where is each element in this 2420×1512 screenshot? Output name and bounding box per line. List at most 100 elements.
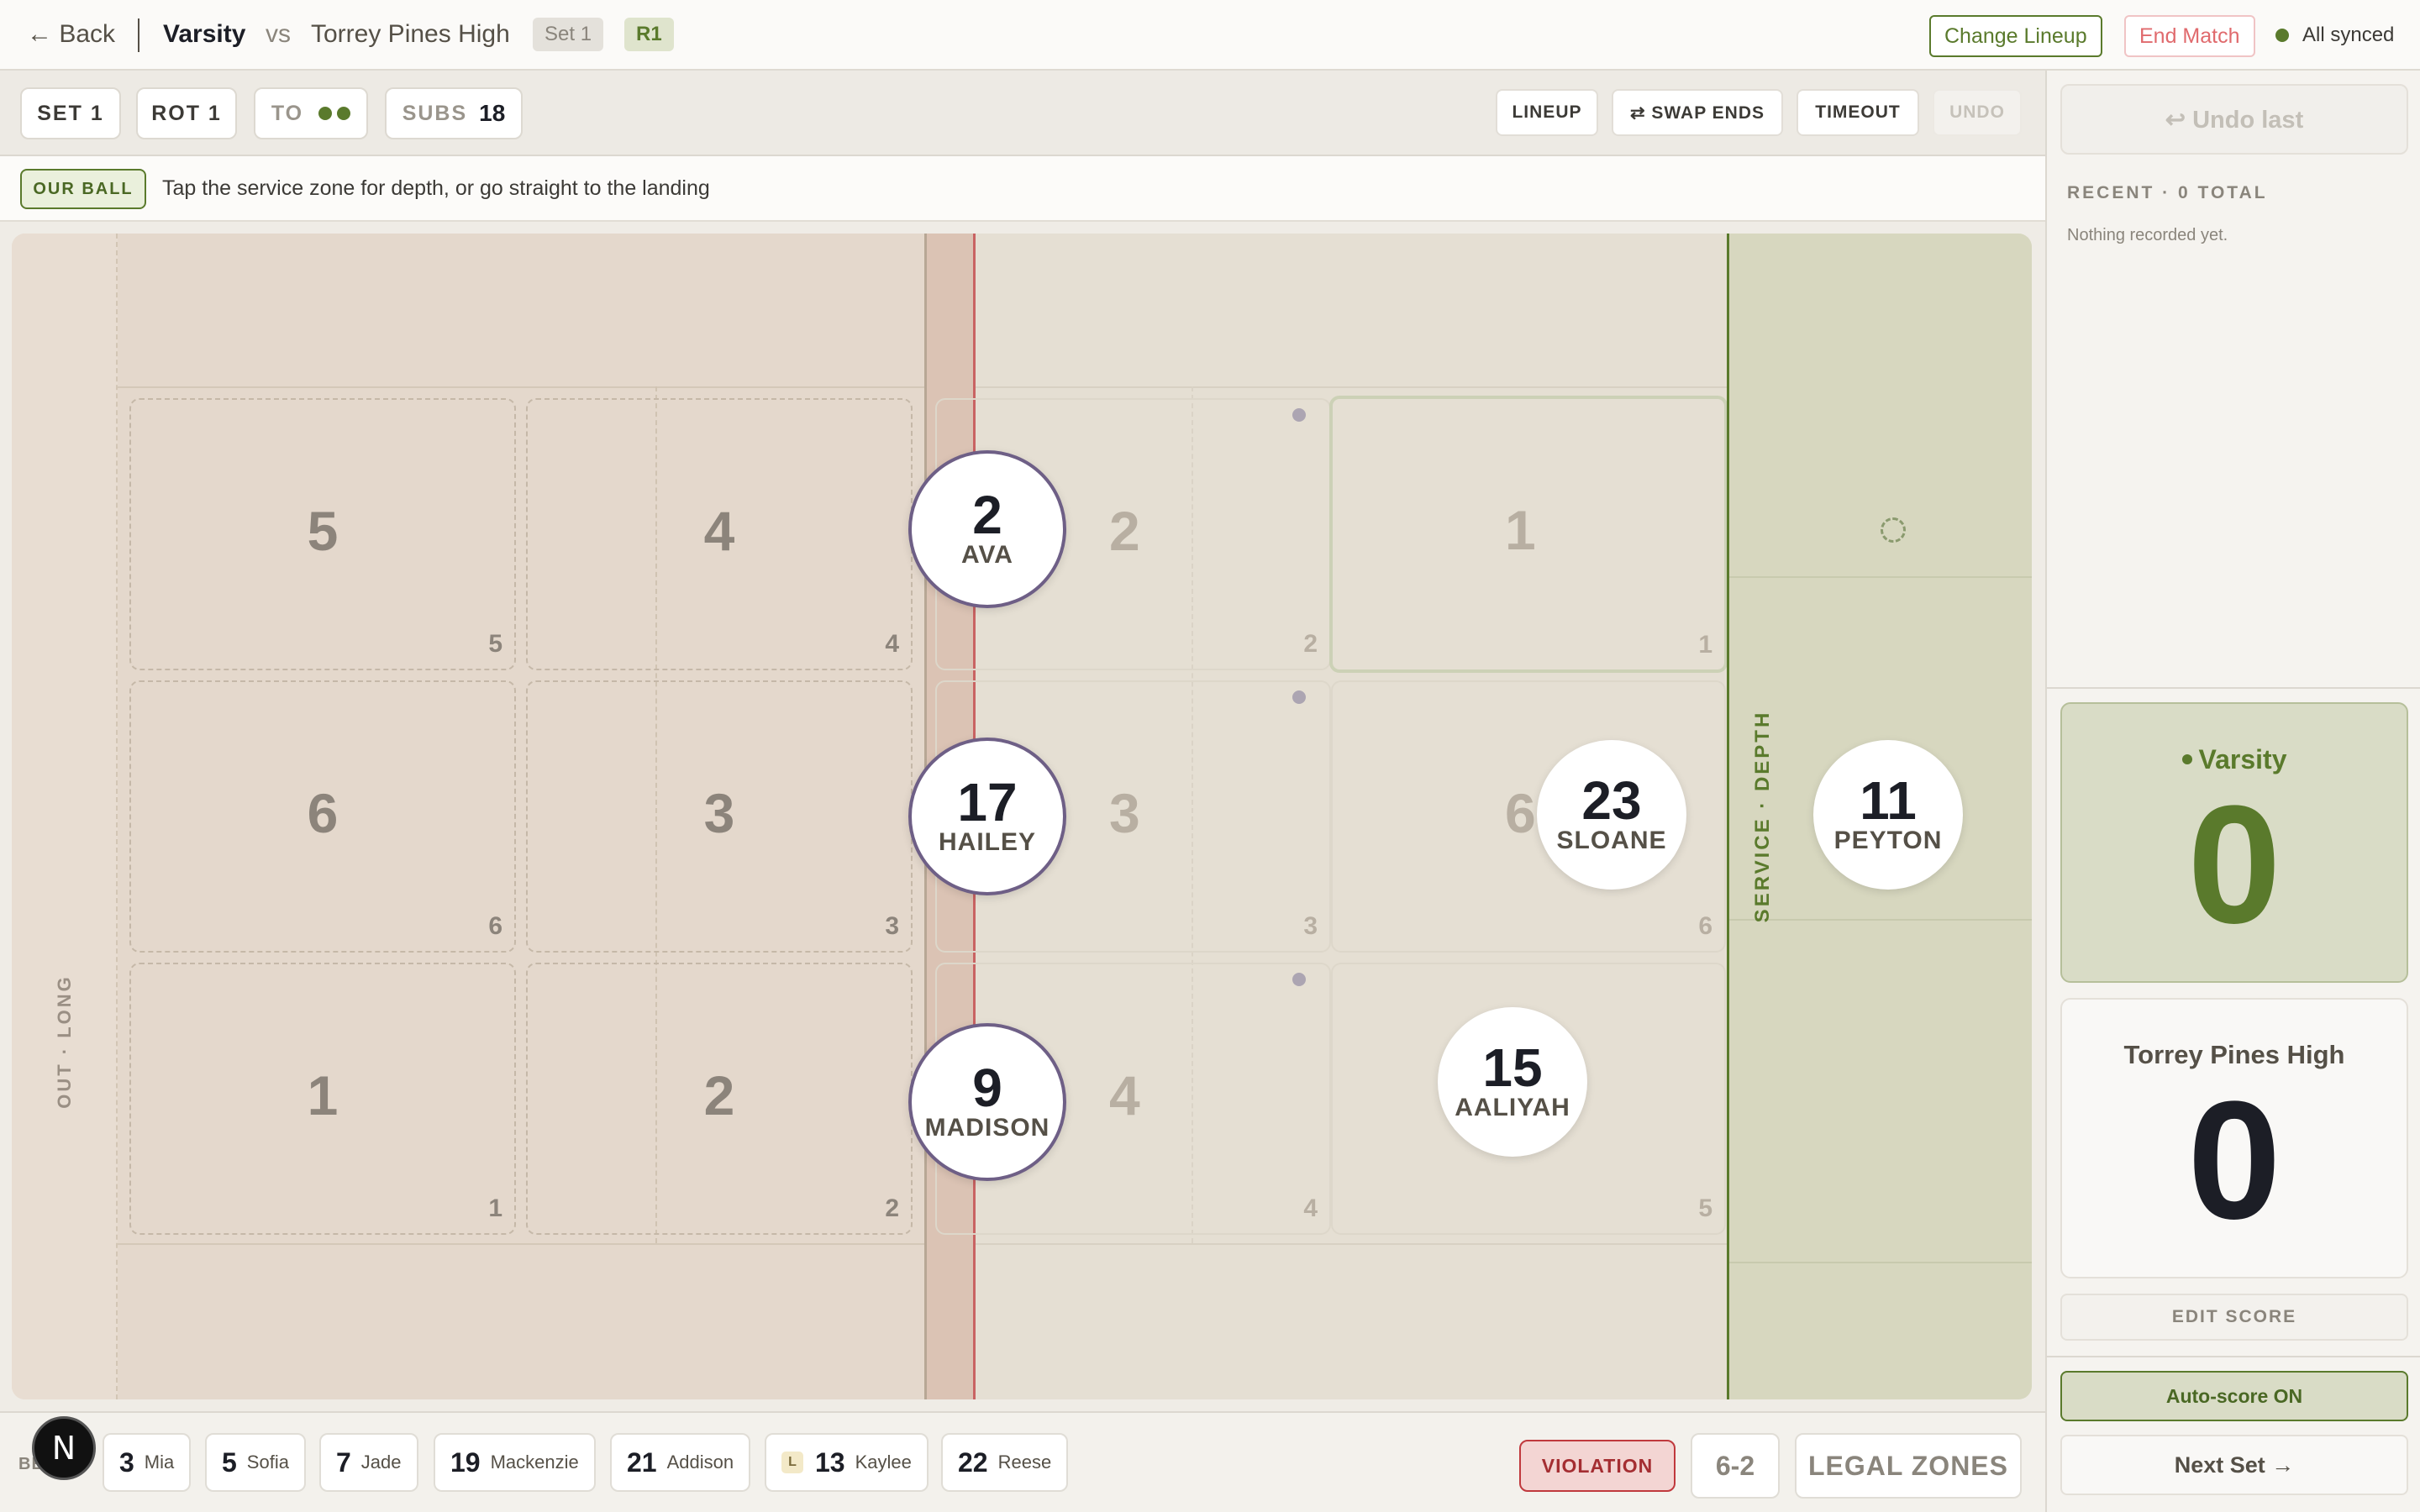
bench-player-libero[interactable]: L 13 Kaylee <box>765 1433 929 1492</box>
player-name: PEYTON <box>1833 827 1943 854</box>
lineup-button[interactable]: LINEUP <box>1496 89 1598 136</box>
bench-player[interactable]: 22 Reese <box>941 1433 1069 1492</box>
bench-player[interactable]: 7 Jade <box>319 1433 418 1492</box>
away-team-name: Torrey Pines High <box>311 20 510 48</box>
bench-player-name: Jade <box>360 1452 402 1473</box>
zone-number-small: 5 <box>1698 1194 1712 1222</box>
edit-score-button[interactable]: EDIT SCORE <box>2060 1294 2408 1341</box>
change-lineup-button[interactable]: Change Lineup <box>1929 15 2102 57</box>
bench-player-name: Addison <box>666 1452 734 1473</box>
libero-badge: L <box>781 1452 803 1473</box>
timeouts-label: TO <box>271 101 304 125</box>
bench-player-name: Mia <box>144 1452 175 1473</box>
recent-label: RECENT · 0 TOTAL <box>2067 183 2268 202</box>
zone-number-small: 3 <box>885 912 899 940</box>
violation-button[interactable]: VIOLATION <box>1519 1440 1676 1492</box>
bench-player[interactable]: 5 Sofia <box>205 1433 306 1492</box>
toolbar: SET 1 ROT 1 TO SUBS 18 LINEUP ⇄ SWAP END… <box>0 71 2045 156</box>
vs-label: vs <box>266 20 291 48</box>
undo-button[interactable]: UNDO <box>1933 89 2022 136</box>
zone-number-small: 3 <box>1303 912 1318 940</box>
player-token-madison[interactable]: 9 MADISON <box>908 1023 1066 1181</box>
bench-player[interactable]: 3 Mia <box>103 1433 192 1492</box>
target-zone[interactable]: 6 6 <box>129 680 516 953</box>
bench-player-number: 5 <box>222 1446 237 1478</box>
sync-status: All synced <box>2302 24 2395 46</box>
player-token-aaliyah[interactable]: 15 AALIYAH <box>1438 1007 1587 1157</box>
bench-player-number: 3 <box>119 1446 134 1478</box>
depth-divider <box>1729 576 2032 578</box>
zone-number: 2 <box>1109 500 1140 562</box>
zone-number: 3 <box>1109 782 1140 844</box>
subs-label: SUBS <box>402 101 468 125</box>
player-token-sloane[interactable]: 23 SLOANE <box>1537 740 1686 890</box>
bench-player-name: Kaylee <box>855 1452 912 1473</box>
out-long-strip[interactable] <box>12 234 118 1399</box>
home-score-card[interactable]: Varsity 0 <box>2060 702 2408 983</box>
right-panel: ↩ Undo last RECENT · 0 TOTAL Nothing rec… <box>2045 71 2420 1512</box>
rotation-chip: ROT 1 <box>136 87 237 139</box>
player-name: SLOANE <box>1556 827 1667 854</box>
next-set-button[interactable]: Next Set → <box>2060 1435 2408 1495</box>
player-name: MADISON <box>924 1114 1050 1142</box>
target-zone[interactable]: 3 3 <box>526 680 913 953</box>
timeout-dot-icon <box>337 107 351 120</box>
target-zone[interactable]: 2 2 <box>526 963 913 1235</box>
zone-number-small: 2 <box>885 1194 899 1222</box>
zone-number-small: 4 <box>1303 1194 1318 1222</box>
bench-player-number: 13 <box>815 1446 845 1478</box>
swap-ends-button[interactable]: ⇄ SWAP ENDS <box>1612 89 1783 136</box>
away-score-card[interactable]: Torrey Pines High 0 <box>2060 998 2408 1278</box>
timeout-button[interactable]: TIMEOUT <box>1797 89 1919 136</box>
bench-player[interactable]: 21 Addison <box>610 1433 751 1492</box>
target-zone[interactable]: 5 5 <box>129 398 516 670</box>
player-number: 17 <box>957 772 1018 832</box>
service-depth-label: SERVICE · DEPTH <box>1751 710 1774 923</box>
court-line <box>976 1243 1740 1245</box>
bench-player-number: 22 <box>958 1446 988 1478</box>
bench-bar: BE 3 Mia 5 Sofia 7 Jade 19 Mackenzie 21 … <box>0 1411 2045 1512</box>
rotation-pill: R1 <box>624 18 674 51</box>
player-token-peyton[interactable]: 11 PEYTON <box>1813 740 1963 890</box>
bench-player-name: Reese <box>997 1452 1052 1473</box>
zone-number: 4 <box>1109 1064 1140 1126</box>
back-button[interactable]: ← Back <box>27 20 115 49</box>
zone-number: 6 <box>1505 782 1536 844</box>
zone-number-small: 6 <box>488 912 502 940</box>
bench-player[interactable]: 19 Mackenzie <box>434 1433 596 1492</box>
sync-status-dot-icon <box>2275 29 2289 42</box>
server-position-icon[interactable] <box>1881 517 1906 543</box>
serving-dot-icon <box>2181 754 2192 764</box>
player-name: HAILEY <box>938 828 1036 856</box>
player-token-ava[interactable]: 2 AVA <box>908 450 1066 608</box>
zone-number: 2 <box>703 1064 735 1126</box>
court-line <box>118 386 926 388</box>
depth-divider <box>1729 1262 2032 1263</box>
zone-marker-dot-icon <box>1292 690 1306 704</box>
court-zone-selected[interactable]: 1 1 <box>1329 396 1728 673</box>
auto-score-toggle[interactable]: Auto-score ON <box>2060 1371 2408 1421</box>
undo-last-button[interactable]: ↩ Undo last <box>2060 84 2408 155</box>
home-team-label: Varsity <box>2198 743 2287 774</box>
zone-number-small: 4 <box>885 630 899 658</box>
divider <box>2047 1356 2420 1357</box>
zone-number-small: 1 <box>488 1194 502 1222</box>
target-zone[interactable]: 1 1 <box>129 963 516 1235</box>
end-match-button[interactable]: End Match <box>2124 15 2255 57</box>
legal-zones-button[interactable]: LEGAL ZONES <box>1795 1433 2022 1499</box>
away-score: 0 <box>2187 1067 2281 1254</box>
zone-number: 1 <box>1505 499 1536 561</box>
timeout-dot-icon <box>318 107 333 120</box>
empty-state-text: Nothing recorded yet. <box>2067 226 2228 244</box>
system-button[interactable]: 6-2 <box>1691 1433 1780 1499</box>
bench-player-name: Mackenzie <box>490 1452 579 1473</box>
app-menu-button[interactable]: N <box>32 1416 96 1480</box>
target-zone[interactable]: 4 4 <box>526 398 913 670</box>
out-long-label: OUT · LONG <box>54 974 75 1109</box>
player-name: AALIYAH <box>1455 1094 1570 1121</box>
court-line <box>118 1243 926 1245</box>
player-token-hailey[interactable]: 17 HAILEY <box>908 738 1066 895</box>
divider <box>138 18 139 52</box>
bench-player-number: 19 <box>450 1446 481 1478</box>
zone-number-small: 5 <box>488 630 502 658</box>
